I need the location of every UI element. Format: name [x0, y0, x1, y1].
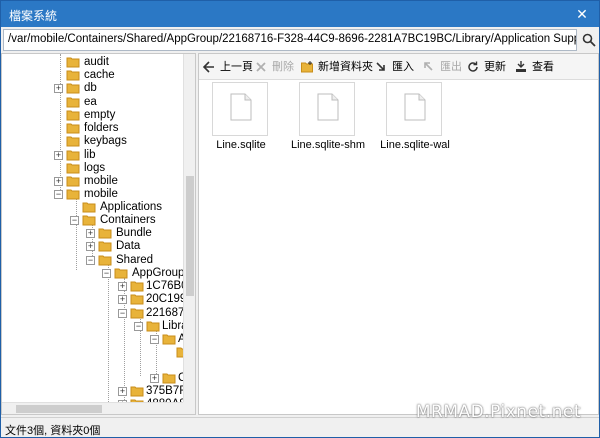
scroll-thumb[interactable]: [16, 405, 102, 413]
scroll-thumb[interactable]: [186, 176, 194, 296]
folder-icon: [66, 70, 80, 81]
expand-icon[interactable]: +: [54, 151, 63, 160]
folder-icon: [130, 281, 144, 292]
file-item[interactable]: Line.sqlite-shm: [291, 82, 368, 162]
folder-open-icon: [114, 268, 128, 279]
title-bar: 檔案系統 ✕: [1, 1, 599, 27]
search-button[interactable]: [579, 29, 599, 51]
file-thumbnail: [212, 82, 268, 136]
expand-icon[interactable]: +: [54, 84, 63, 93]
expand-icon[interactable]: +: [118, 282, 127, 291]
folder-icon: [130, 386, 144, 397]
arrow-left-icon: [203, 61, 214, 73]
expand-icon[interactable]: +: [118, 295, 127, 304]
folder-icon: [66, 83, 80, 94]
tree-connector: [108, 264, 109, 414]
folder-open-icon: [146, 321, 160, 332]
document-icon: [317, 93, 339, 121]
folder-icon: [66, 136, 80, 147]
view-icon: [516, 61, 526, 72]
folder-icon: [98, 241, 112, 252]
tree-horizontal-scrollbar[interactable]: [2, 402, 183, 414]
file-item[interactable]: Line.sqlite-wal: [380, 82, 455, 162]
expand-icon[interactable]: +: [86, 229, 95, 238]
file-name: Line.sqlite-wal: [380, 139, 450, 151]
expand-icon[interactable]: +: [150, 374, 159, 383]
watermark: MRMAD.Pixnet.net: [415, 402, 581, 422]
window-title: 檔案系統: [9, 9, 58, 23]
folder-open-icon: [82, 215, 96, 226]
toolbar: 上一頁 刪除 新增資料夾 匯入 匯出 更新 查看: [199, 54, 598, 80]
collapse-icon[interactable]: −: [102, 269, 111, 278]
file-thumbnail: [299, 82, 355, 136]
folder-icon: [66, 163, 80, 174]
folder-icon: [162, 373, 176, 384]
refresh-icon: [468, 61, 478, 72]
search-icon: [582, 33, 596, 47]
scrollbar-corner: [183, 402, 195, 414]
folder-icon: [98, 228, 112, 239]
file-list-pane[interactable]: 上一頁 刪除 新增資料夾 匯入 匯出 更新 查看 Line.sqlite Lin…: [198, 53, 599, 415]
folder-icon: [130, 294, 144, 305]
folder-open-icon: [162, 334, 176, 345]
expand-icon[interactable]: +: [118, 387, 127, 396]
folder-open-icon: [130, 308, 144, 319]
file-system-window: 檔案系統 ✕ /var/mobile/Containers/Shared/App…: [0, 0, 600, 438]
folder-icon: [66, 176, 80, 187]
import-icon: [376, 62, 385, 71]
export-icon: [424, 62, 433, 71]
collapse-icon[interactable]: −: [118, 309, 127, 318]
delete-icon: [256, 62, 266, 72]
collapse-icon[interactable]: −: [150, 335, 159, 344]
status-text: 文件3個, 資料夾0個: [5, 425, 101, 437]
folder-icon: [66, 150, 80, 161]
tree-connector: [76, 198, 77, 270]
folder-open-icon: [98, 255, 112, 266]
folder-tree[interactable]: audit cache + db ea empty folders keybags…: [1, 53, 196, 415]
folder-icon: [66, 110, 80, 121]
collapse-icon[interactable]: −: [70, 216, 79, 225]
file-item[interactable]: Line.sqlite: [211, 82, 281, 162]
expand-icon[interactable]: +: [86, 242, 95, 251]
folder-open-icon: [66, 189, 80, 200]
folder-icon: [82, 202, 96, 213]
expand-icon[interactable]: +: [54, 177, 63, 186]
collapse-icon[interactable]: −: [54, 190, 63, 199]
folder-icon: [66, 57, 80, 68]
collapse-icon[interactable]: −: [86, 256, 95, 265]
close-button[interactable]: ✕: [565, 1, 599, 27]
new-folder-icon: [301, 61, 313, 73]
tree-vertical-scrollbar[interactable]: [183, 54, 195, 402]
document-icon: [404, 93, 426, 121]
collapse-icon[interactable]: −: [134, 322, 143, 331]
tree-connector: [60, 54, 61, 192]
file-name: Line.sqlite: [216, 139, 266, 151]
path-input[interactable]: /var/mobile/Containers/Shared/AppGroup/2…: [3, 29, 577, 51]
folder-icon: [66, 123, 80, 134]
file-name: Line.sqlite-shm: [291, 139, 365, 151]
file-thumbnail: [386, 82, 442, 136]
document-icon: [230, 93, 252, 121]
folder-icon: [66, 97, 80, 108]
